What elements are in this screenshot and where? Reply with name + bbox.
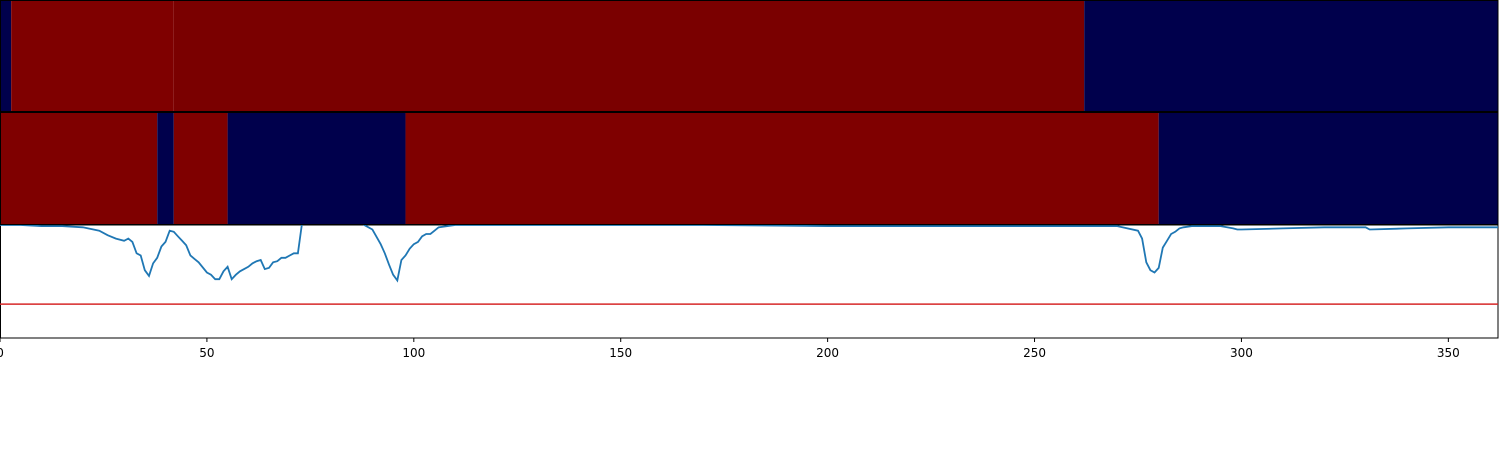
x-tick-label: 0 [0,346,4,360]
x-tick-label: 100 [402,346,425,360]
heatmap-cell [173,113,228,225]
heatmap-cell [0,113,158,225]
heatmap-cell [173,1,1085,112]
x-tick-label: 200 [816,346,839,360]
x-tick-label: 150 [609,346,632,360]
x-tick-label: 250 [1023,346,1046,360]
signal-axes-frame [0,224,1499,339]
heatmap-tracks [0,0,1499,225]
heatmap-cell [11,1,174,112]
heatmap-cell [157,113,174,225]
heatmap-cell [405,113,1159,225]
x-tick-label: 350 [1437,346,1460,360]
heatmap-track-2 [0,112,1499,225]
heatmap-cell [1084,1,1498,112]
x-tick-label: 50 [199,346,214,360]
x-axis: 0 50 100 150 200 250 300 350 [0,338,1460,360]
x-tick-label: 300 [1230,346,1253,360]
heatmap-cell [227,113,406,225]
heatmap-cell [1158,113,1498,225]
heatmap-cell [0,1,12,112]
chart-figure: 0 50 100 150 200 250 300 350 [0,0,1499,360]
heatmap-track-1 [0,0,1499,112]
